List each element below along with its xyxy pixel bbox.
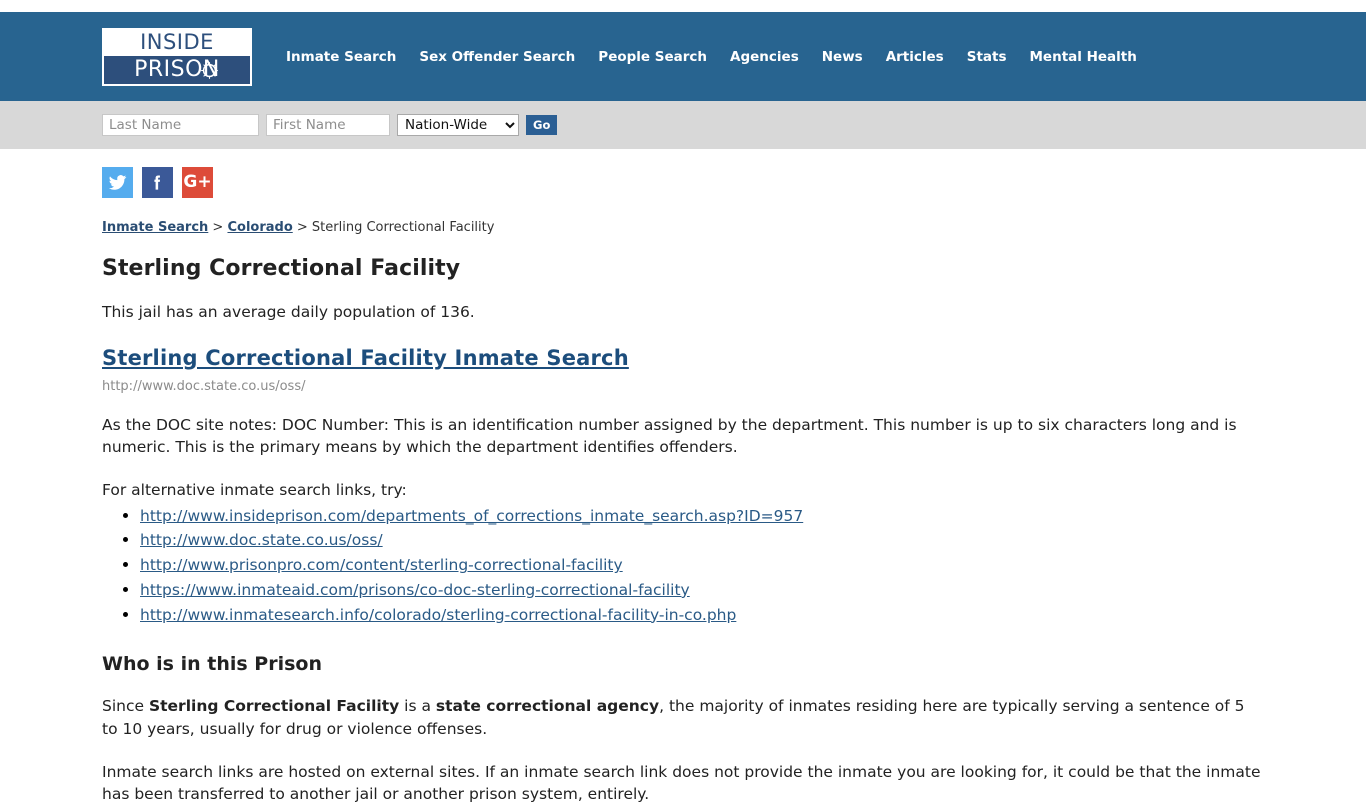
page-content: G+ Inmate Search > Colorado > Sterling C…: [0, 149, 1366, 806]
barbed-wire-circle-icon: [201, 61, 218, 79]
last-name-input[interactable]: [102, 114, 259, 136]
doc-note-paragraph: As the DOC site notes: DOC Number: This …: [102, 415, 1237, 457]
alt-link-inmatesearch-info[interactable]: http://www.inmatesearch.info/colorado/st…: [140, 606, 736, 624]
list-item: https://www.inmateaid.com/prisons/co-doc…: [140, 578, 1264, 603]
page-title: Sterling Correctional Facility: [102, 256, 461, 281]
main-navigation: Inmate Search Sex Offender Search People…: [286, 49, 1137, 65]
who-bold-agency: state correctional agency: [435, 697, 660, 716]
nav-item-people-search[interactable]: People Search: [598, 49, 707, 65]
primary-link-url: http://www.doc.state.co.us/oss/: [102, 378, 306, 394]
quick-search-bar: Nation-Wide Go: [0, 101, 1366, 149]
who-text-part2: is a: [399, 697, 436, 716]
first-name-input[interactable]: [266, 114, 390, 136]
list-item: http://www.insideprison.com/departments_…: [140, 504, 1264, 529]
nav-item-sex-offender-search[interactable]: Sex Offender Search: [419, 49, 575, 65]
go-button[interactable]: Go: [526, 115, 558, 135]
section-title-who-is-in-this-prison: Who is in this Prison: [102, 653, 322, 676]
breadcrumb-link-inmate-search[interactable]: Inmate Search: [102, 220, 208, 235]
alt-link-insideprison[interactable]: http://www.insideprison.com/departments_…: [140, 507, 803, 525]
alternative-links-list: http://www.insideprison.com/departments_…: [102, 504, 1264, 628]
list-item: http://www.prisonpro.com/content/sterlin…: [140, 553, 1264, 578]
breadcrumb-separator-1: >: [208, 220, 228, 235]
breadcrumb: Inmate Search > Colorado > Sterling Corr…: [102, 220, 1264, 235]
top-white-strip: [0, 0, 1366, 12]
nav-item-stats[interactable]: Stats: [967, 49, 1007, 65]
logo-bottom-row: PRISON: [104, 55, 250, 84]
breadcrumb-current: Sterling Correctional Facility: [311, 220, 495, 235]
who-bold-facility: Sterling Correctional Facility: [148, 697, 400, 716]
logo-text-inside: INSIDE: [140, 30, 214, 55]
primary-inmate-search-link[interactable]: Sterling Correctional Facility Inmate Se…: [102, 346, 629, 370]
alt-link-inmateaid[interactable]: https://www.inmateaid.com/prisons/co-doc…: [140, 581, 690, 599]
alt-links-intro: For alternative inmate search links, try…: [102, 480, 407, 499]
alt-link-doc-state-co[interactable]: http://www.doc.state.co.us/oss/: [140, 531, 383, 549]
logo-top-row: INSIDE: [104, 29, 250, 56]
social-share-row: G+: [102, 149, 1264, 198]
twitter-share-button[interactable]: [102, 167, 133, 198]
facebook-icon: [154, 175, 161, 190]
list-item: http://www.inmatesearch.info/colorado/st…: [140, 603, 1264, 628]
site-logo[interactable]: INSIDE PRISON: [102, 27, 252, 86]
who-text-part1: Since: [102, 697, 149, 716]
facebook-share-button[interactable]: [142, 167, 173, 198]
site-header: INSIDE PRISON Inmate Search Sex Offender…: [0, 12, 1366, 101]
nav-item-news[interactable]: News: [822, 49, 863, 65]
nav-item-agencies[interactable]: Agencies: [730, 49, 799, 65]
twitter-icon: [108, 175, 127, 190]
alt-link-prisonpro[interactable]: http://www.prisonpro.com/content/sterlin…: [140, 556, 623, 574]
nav-item-articles[interactable]: Articles: [886, 49, 944, 65]
google-plus-icon: G+: [183, 172, 212, 192]
googleplus-share-button[interactable]: G+: [182, 167, 213, 198]
breadcrumb-separator-2: >: [292, 220, 312, 235]
who-is-in-this-prison-paragraph: Since Sterling Correctional Facility is …: [102, 695, 1264, 740]
breadcrumb-link-colorado[interactable]: Colorado: [227, 220, 292, 235]
nav-item-mental-health[interactable]: Mental Health: [1030, 49, 1137, 65]
search-scope-select[interactable]: Nation-Wide: [397, 114, 519, 136]
population-text: This jail has an average daily populatio…: [102, 303, 475, 321]
nav-item-inmate-search[interactable]: Inmate Search: [286, 49, 396, 65]
list-item: http://www.doc.state.co.us/oss/: [140, 528, 1264, 553]
